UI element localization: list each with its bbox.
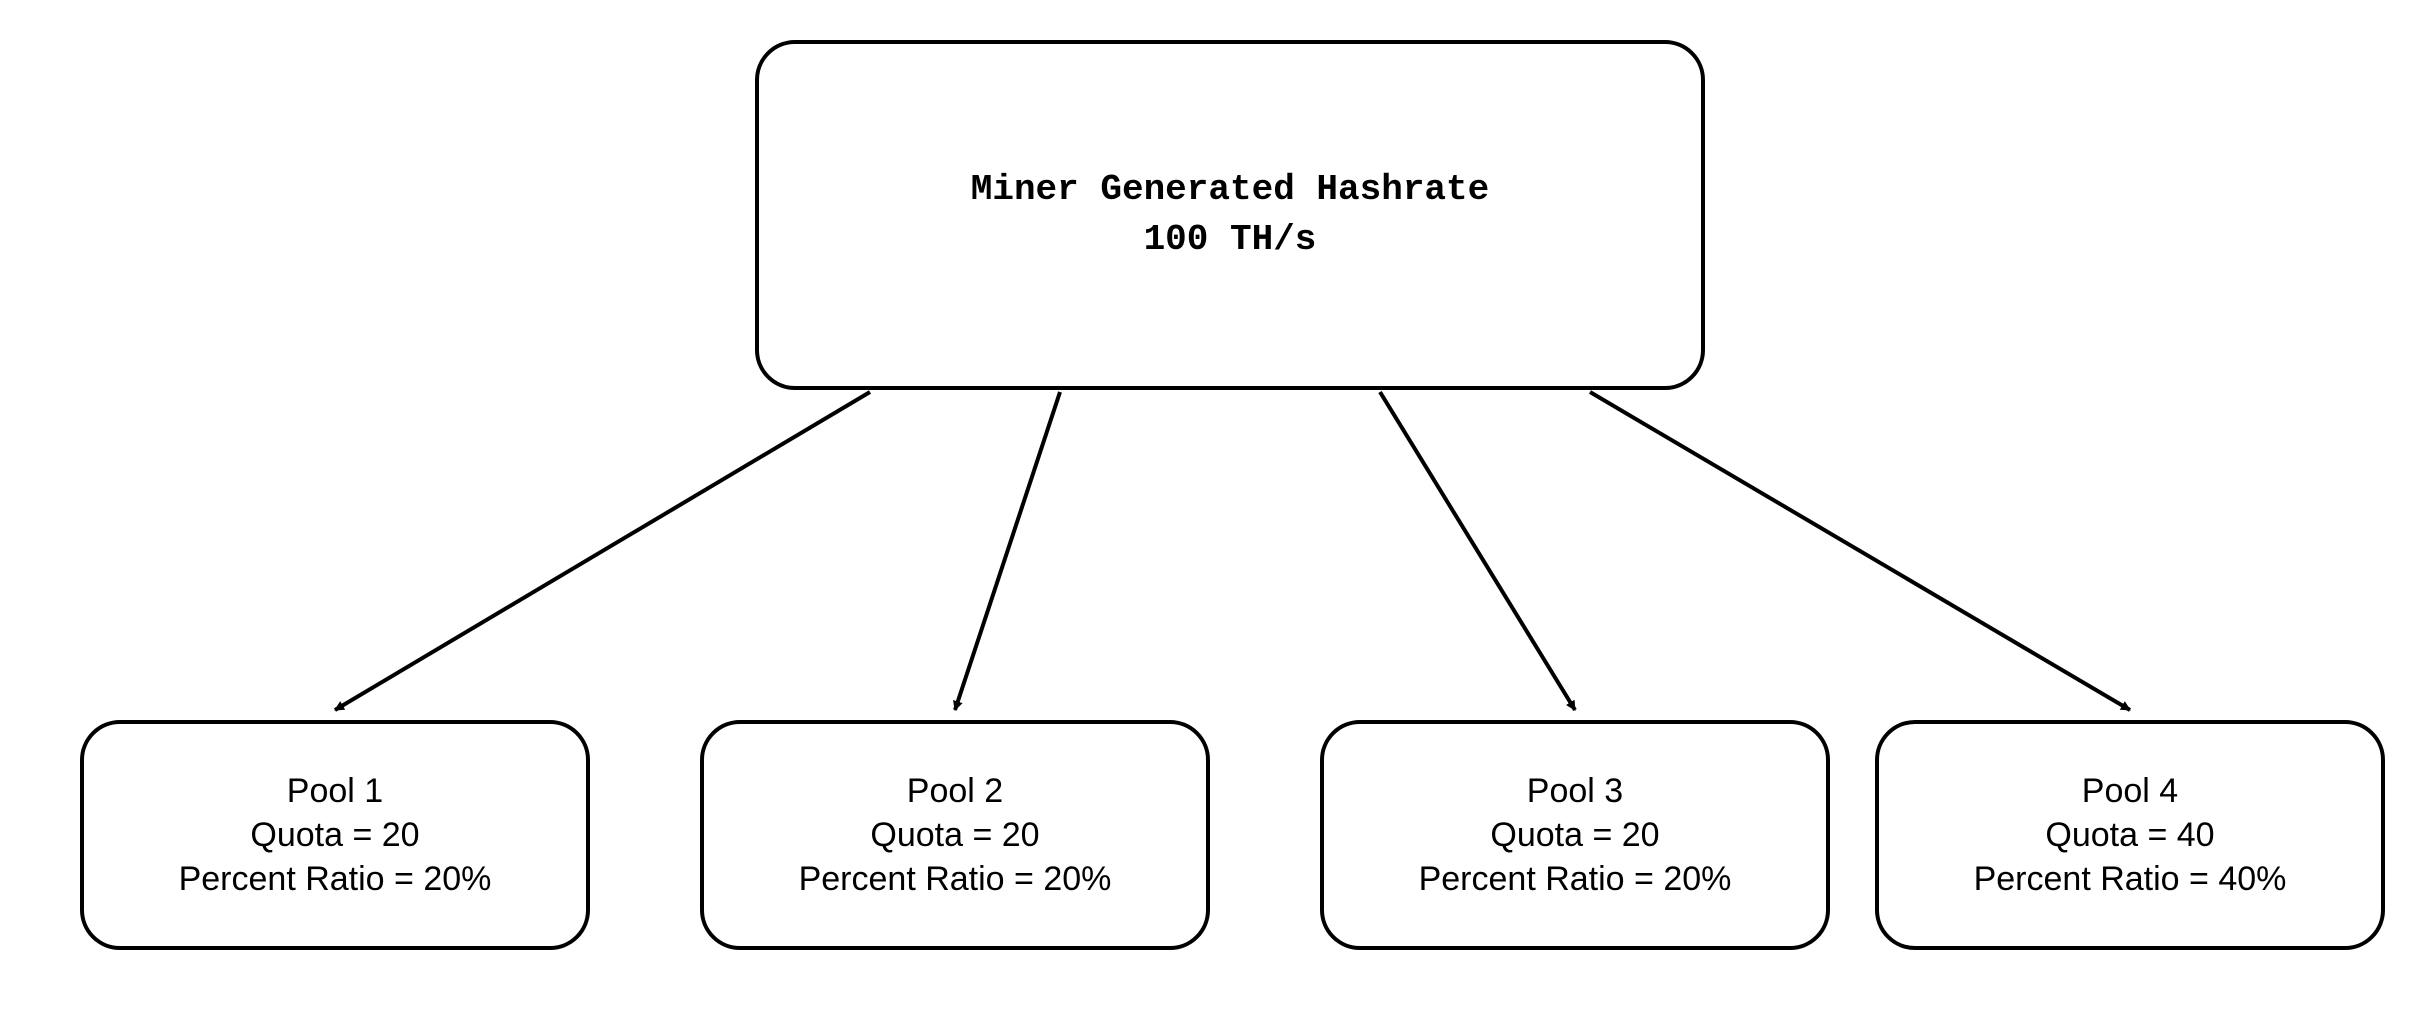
pool-node-3: Pool 3 Quota = 20 Percent Ratio = 20% [1320,720,1830,950]
pool-1-name: Pool 1 [287,769,383,813]
pool-4-name: Pool 4 [2082,769,2178,813]
pool-node-4: Pool 4 Quota = 40 Percent Ratio = 40% [1875,720,2385,950]
pool-node-2: Pool 2 Quota = 20 Percent Ratio = 20% [700,720,1210,950]
pool-node-1: Pool 1 Quota = 20 Percent Ratio = 20% [80,720,590,950]
root-title: Miner Generated Hashrate [971,165,1489,215]
arrow-to-pool-1 [335,392,870,710]
pool-3-name: Pool 3 [1527,769,1623,813]
pool-2-ratio: Percent Ratio = 20% [799,857,1112,901]
pool-1-ratio: Percent Ratio = 20% [179,857,492,901]
pool-4-ratio: Percent Ratio = 40% [1974,857,2287,901]
pool-1-quota: Quota = 20 [250,813,419,857]
pool-2-quota: Quota = 20 [870,813,1039,857]
arrow-to-pool-4 [1590,392,2130,710]
root-value: 100 TH/s [1144,215,1317,265]
pool-3-ratio: Percent Ratio = 20% [1419,857,1732,901]
pool-2-name: Pool 2 [907,769,1003,813]
arrow-to-pool-2 [955,392,1060,710]
pool-4-quota: Quota = 40 [2045,813,2214,857]
arrow-to-pool-3 [1380,392,1575,710]
pool-3-quota: Quota = 20 [1490,813,1659,857]
root-node: Miner Generated Hashrate 100 TH/s [755,40,1705,390]
